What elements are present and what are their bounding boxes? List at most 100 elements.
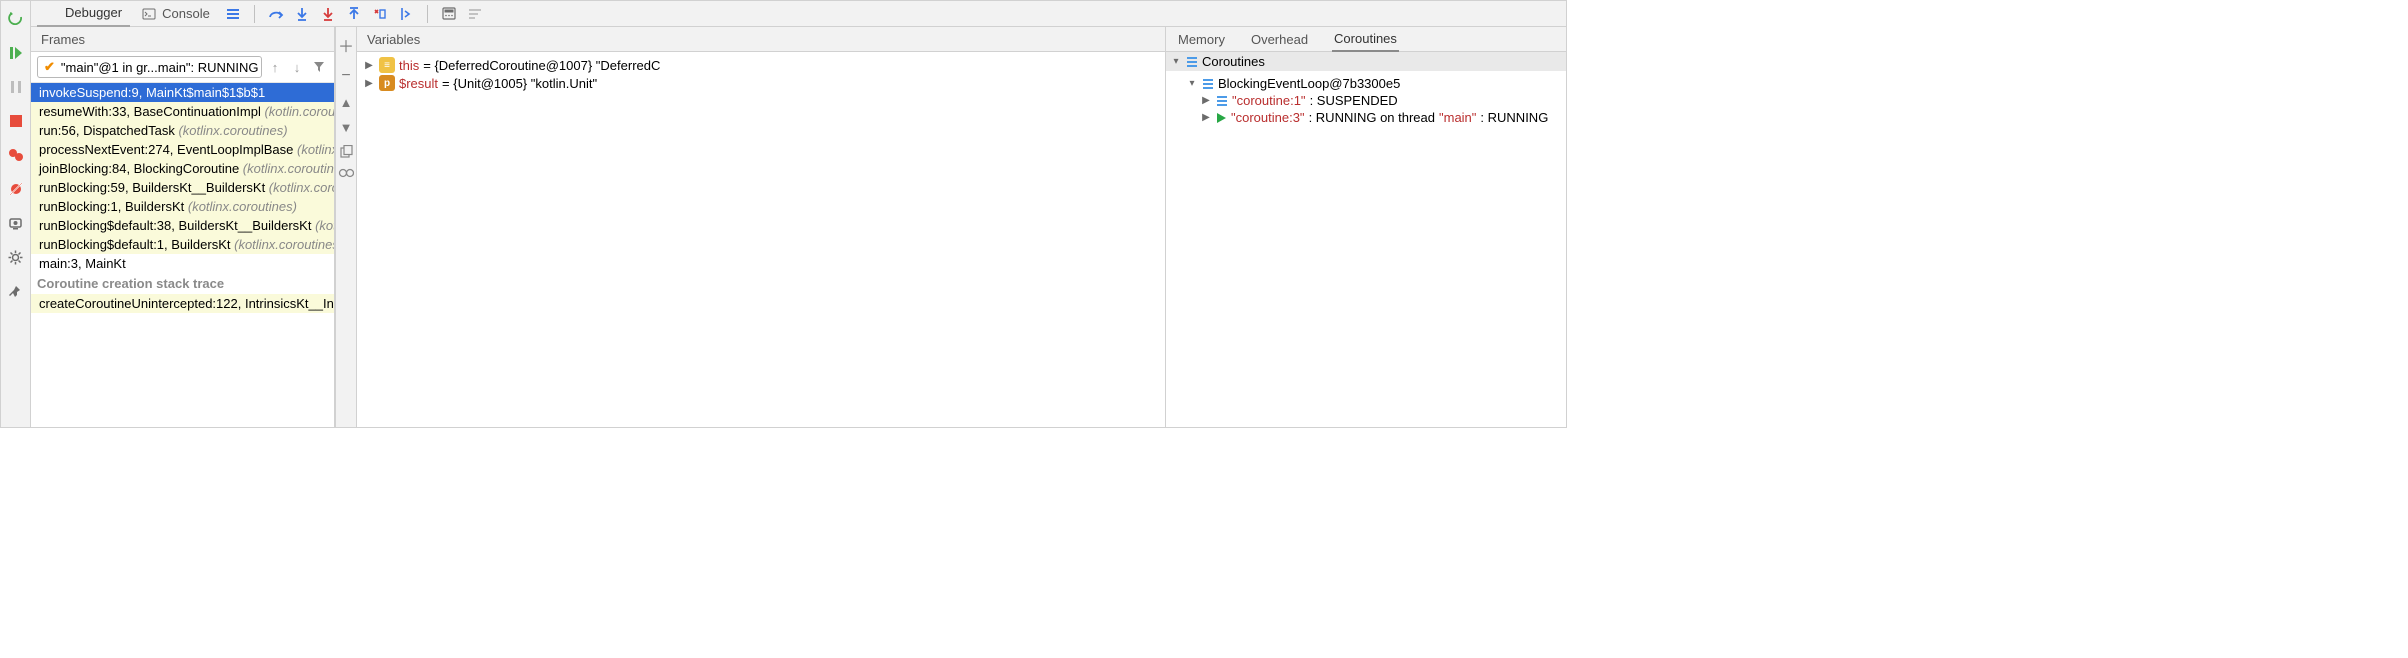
field-icon: ≡ [379,57,395,73]
move-up-icon[interactable]: ▲ [340,95,353,110]
stack-frame[interactable]: joinBlocking:84, BlockingCoroutine (kotl… [31,159,334,178]
run-to-cursor-icon[interactable] [395,3,417,25]
step-out-icon[interactable] [343,3,365,25]
separator [427,5,428,23]
thread-dump-icon[interactable] [6,213,26,233]
step-over-icon[interactable] [265,3,287,25]
collapse-icon[interactable]: ▾ [1186,78,1198,89]
filter-icon[interactable] [310,58,328,76]
stack-frame[interactable]: resumeWith:33, BaseContinuationImpl (kot… [31,102,334,121]
stack-frame[interactable]: main:3, MainKt [31,254,334,273]
main-area: Debugger Console [31,1,1566,427]
view-breakpoints-icon[interactable] [6,145,26,165]
threads-view-icon[interactable] [222,3,244,25]
console-icon [142,7,156,21]
remove-watch-icon[interactable]: − [341,67,350,85]
right-pane-tabs: Memory Overhead Coroutines [1166,27,1566,52]
step-into-icon[interactable] [291,3,313,25]
variable-value: = {DeferredCoroutine@1007} "DeferredC [423,58,660,73]
stop-icon[interactable] [6,111,26,131]
thread-dropdown-label: "main"@1 in gr...main": RUNNING [61,60,259,75]
stack-frame[interactable]: processNextEvent:274, EventLoopImplBase … [31,140,334,159]
group-icon [1202,78,1214,90]
tab-memory[interactable]: Memory [1176,27,1227,52]
stack-frame[interactable]: invokeSuspend:9, MainKt$main$1$b$1 [31,83,334,102]
show-watches-icon[interactable] [338,168,354,178]
group-icon [1216,95,1228,107]
stack-frame[interactable]: runBlocking:59, BuildersKt__BuildersKt (… [31,178,334,197]
stack-frame[interactable]: createCoroutineUnintercepted:122, Intrin… [31,294,334,313]
variables-tree[interactable]: ▶ ≡ this = {DeferredCoroutine@1007} "Def… [357,52,1165,427]
debugger-tool-window: Debugger Console [0,0,1567,428]
expand-icon[interactable]: ▶ [363,78,375,89]
coroutine-dispatcher-row[interactable]: ▾ BlockingEventLoop@7b3300e5 [1172,75,1560,92]
coroutines-header-label: Coroutines [1202,54,1265,69]
separator [254,5,255,23]
tab-debugger[interactable]: Debugger [37,1,130,27]
expand-icon[interactable]: ▶ [1200,112,1212,123]
drop-frame-icon[interactable] [369,3,391,25]
force-step-into-icon[interactable] [317,3,339,25]
running-icon [1216,112,1227,124]
expand-icon[interactable]: ▶ [363,60,375,71]
coroutine-state-tail: : RUNNING [1480,110,1548,125]
stack-frame[interactable]: runBlocking$default:1, BuildersKt (kotli… [31,235,334,254]
stack-frame[interactable]: run:56, DispatchedTask (kotlinx.coroutin… [31,121,334,140]
frames-list[interactable]: invokeSuspend:9, MainKt$main$1$b$1 resum… [31,83,334,427]
duplicate-watch-icon[interactable] [340,145,353,158]
check-icon: ✔ [44,59,55,75]
pin-icon[interactable] [6,281,26,301]
left-vertical-toolbar [1,1,31,427]
next-frame-icon[interactable]: ↓ [288,58,306,76]
stack-frame[interactable]: runBlocking$default:38, BuildersKt__Buil… [31,216,334,235]
frames-pane: Frames ✔ "main"@1 in gr...main": RUNNING… [31,27,335,427]
thread-dropdown[interactable]: ✔ "main"@1 in gr...main": RUNNING ▾ [37,56,262,78]
tab-coroutines[interactable]: Coroutines [1332,27,1399,52]
variable-name: this [399,58,419,73]
collapse-icon[interactable]: ▾ [1170,56,1182,67]
stack-frame[interactable]: runBlocking:1, BuildersKt (kotlinx.corou… [31,197,334,216]
thread-selector-row: ✔ "main"@1 in gr...main": RUNNING ▾ ↑ ↓ [31,52,334,83]
coroutine-name: "coroutine:1" [1232,93,1306,108]
coroutine-state: : RUNNING on thread [1309,110,1435,125]
variable-row[interactable]: ▶ p $result = {Unit@1005} "kotlin.Unit" [363,74,1159,92]
coroutine-name: "coroutine:3" [1231,110,1305,125]
variable-name: $result [399,76,438,91]
coroutine-state: : SUSPENDED [1310,93,1398,108]
pause-icon[interactable] [6,77,26,97]
coroutines-tree[interactable]: ▾ BlockingEventLoop@7b3300e5 ▶ "coroutin… [1166,71,1566,427]
coroutine-thread: "main" [1439,110,1476,125]
tab-console-label: Console [162,6,210,21]
coroutine-stack-header: Coroutine creation stack trace [31,273,334,294]
mute-breakpoints-icon[interactable] [6,179,26,199]
frames-title-label: Frames [41,32,85,47]
parameter-icon: p [379,75,395,91]
rerun-icon[interactable] [6,9,26,29]
resume-icon[interactable] [6,43,26,63]
top-toolbar: Debugger Console [31,1,1566,27]
move-down-icon[interactable]: ▼ [340,120,353,135]
tab-debugger-label: Debugger [65,5,122,20]
new-watch-icon[interactable]: ＋ [338,33,354,57]
coroutines-header[interactable]: ▾ Coroutines [1166,52,1566,71]
evaluate-expression-icon[interactable] [438,3,460,25]
dispatcher-label: BlockingEventLoop@7b3300e5 [1218,76,1400,91]
variable-row[interactable]: ▶ ≡ this = {DeferredCoroutine@1007} "Def… [363,56,1159,74]
group-icon [1186,56,1198,68]
variables-pane-title: Variables [357,27,1165,52]
variables-title-label: Variables [367,32,420,47]
expand-icon[interactable]: ▶ [1200,95,1212,106]
trace-current-stream-chain-icon[interactable] [464,3,486,25]
right-pane: Memory Overhead Coroutines ▾ Coroutines … [1166,27,1566,427]
frames-pane-title: Frames [31,27,334,52]
coroutine-row[interactable]: ▶ "coroutine:3" : RUNNING on thread "mai… [1172,109,1560,126]
tab-overhead[interactable]: Overhead [1249,27,1310,52]
settings-icon[interactable] [6,247,26,267]
variable-value: = {Unit@1005} "kotlin.Unit" [442,76,597,91]
split-panes: Frames ✔ "main"@1 in gr...main": RUNNING… [31,27,1566,427]
variables-pane: Variables ▶ ≡ this = {DeferredCoroutine@… [357,27,1166,427]
prev-frame-icon[interactable]: ↑ [266,58,284,76]
coroutine-row[interactable]: ▶ "coroutine:1" : SUSPENDED [1172,92,1560,109]
variables-gutter: ＋ − ▲ ▼ [335,27,357,427]
tab-console[interactable]: Console [134,1,218,27]
